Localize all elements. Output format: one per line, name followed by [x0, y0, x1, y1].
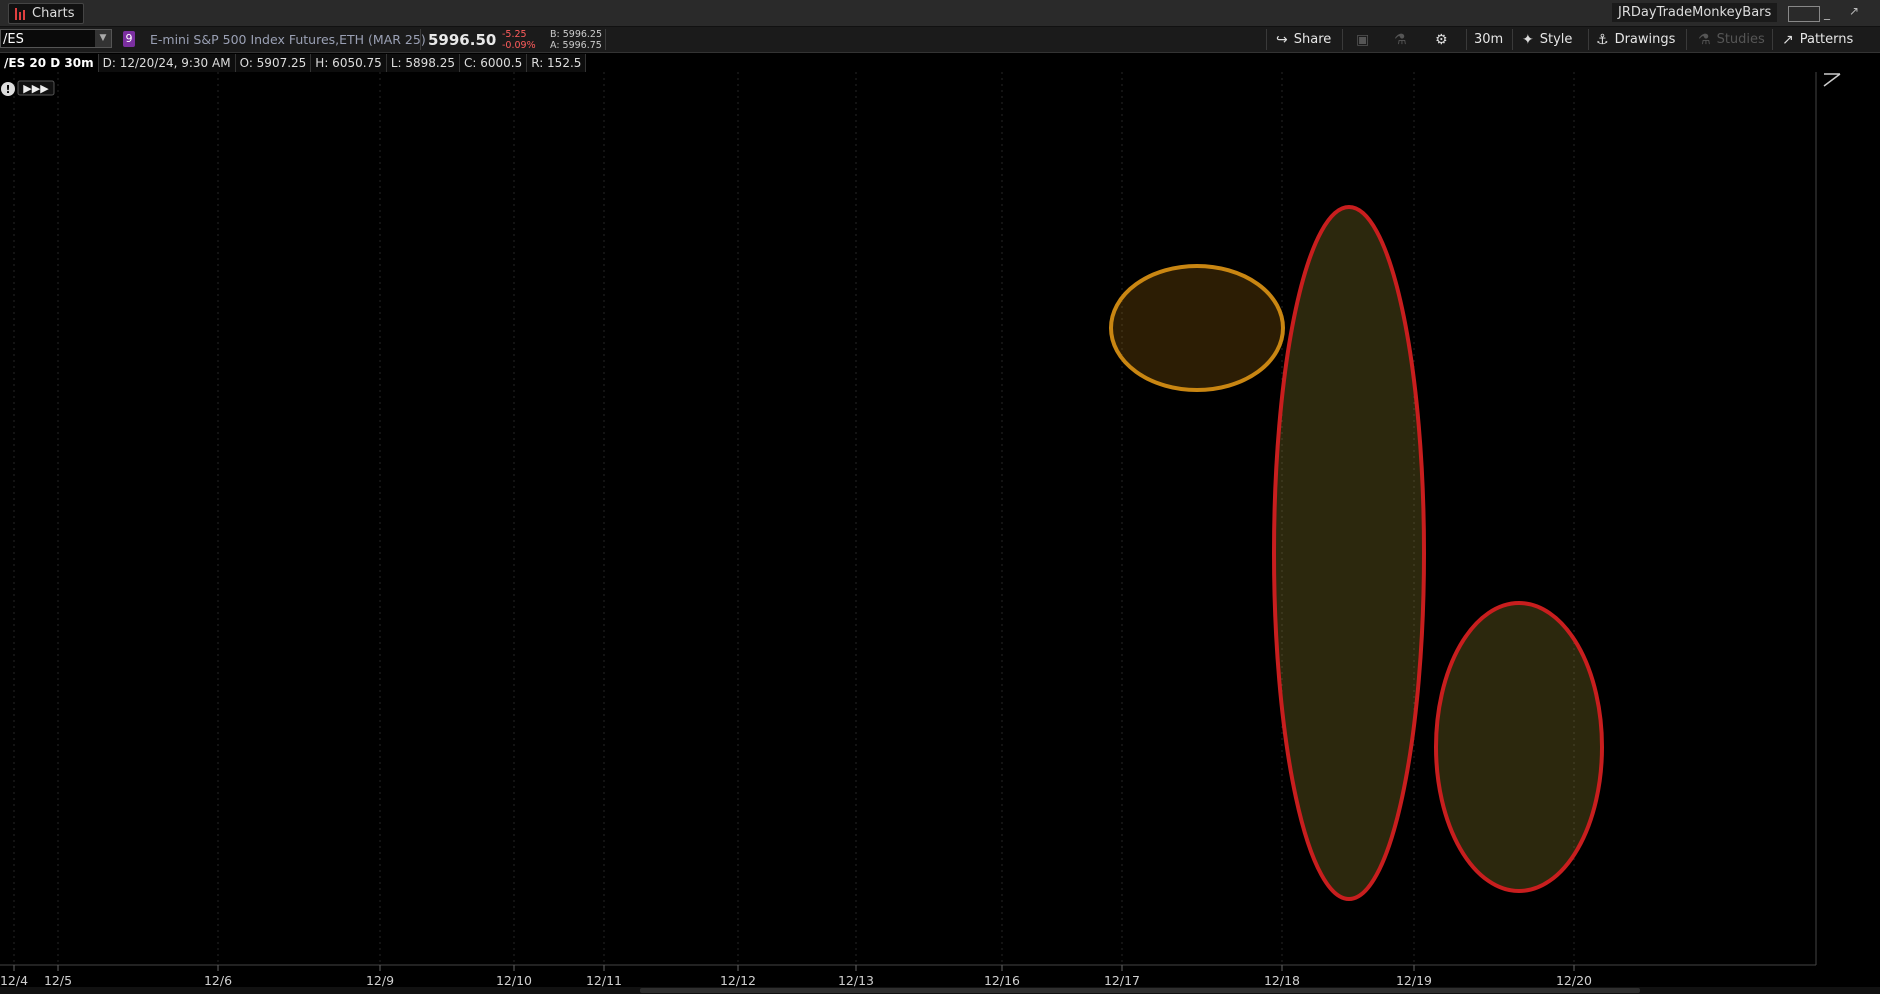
gear-icon[interactable]: ⚙	[1435, 30, 1448, 50]
divider	[420, 29, 421, 50]
studies-icon: ⚗	[1698, 32, 1711, 48]
study-title[interactable]: /ES 20 D 30m	[0, 54, 99, 72]
timeframe-button[interactable]: 30m	[1474, 30, 1503, 50]
time-tick-label: 12/20	[1556, 973, 1592, 988]
bar-low: L: 5898.25	[386, 54, 460, 72]
time-tick-label: 12/5	[44, 973, 72, 988]
style-button[interactable]: ✦ Style	[1522, 30, 1572, 50]
timeframe-label: 30m	[1474, 32, 1504, 47]
drawings-button[interactable]: ⚓ Drawings	[1596, 30, 1675, 50]
pin-icon[interactable]: ↗	[1849, 4, 1859, 18]
share-button[interactable]: ↪ Share	[1276, 30, 1331, 50]
time-tick-label: 12/4	[0, 973, 28, 988]
flask-icon[interactable]: ⚗	[1394, 30, 1407, 50]
red-ellipse-annotation	[1434, 601, 1604, 893]
chart-toolbar: /ES ▼ 9 E-mini S&P 500 Index Futures,ETH …	[0, 27, 1880, 53]
divider	[1588, 29, 1589, 50]
title-bar: Charts JRDayTradeMonkeyBars _ ↗	[0, 0, 1880, 27]
patterns-button[interactable]: ↗ Patterns	[1782, 30, 1853, 50]
bid-price: B: 5996.25	[550, 29, 603, 40]
studies-button[interactable]: ⚗ Studies	[1698, 30, 1765, 50]
bar-close: C: 6000.5	[459, 54, 528, 72]
symbol-text: /ES	[3, 32, 24, 47]
time-tick-label: 12/18	[1264, 973, 1300, 988]
app-title: Charts	[32, 6, 75, 21]
bar-high: H: 6050.75	[311, 54, 387, 72]
price-axis-bg	[1816, 72, 1880, 965]
drawings-label: Drawings	[1614, 32, 1676, 47]
symbol-link-badge[interactable]: 9	[123, 31, 135, 47]
patterns-label: Patterns	[1799, 32, 1854, 47]
time-tick-label: 12/11	[586, 973, 622, 988]
share-icon: ↪	[1276, 32, 1288, 48]
chevron-down-icon[interactable]: ▼	[95, 30, 111, 47]
user-name: JRDayTradeMonkeyBars	[1612, 3, 1778, 22]
expand-arrows-glyph: ▶▶▶	[23, 82, 49, 95]
divider	[1266, 29, 1267, 50]
bar-range: R: 152.5	[527, 54, 587, 72]
time-tick-label: 12/12	[720, 973, 756, 988]
market-profile-chart[interactable]: ········································…	[0, 72, 1880, 994]
divider	[605, 29, 606, 50]
ask-price: A: 5996.75	[550, 40, 602, 51]
last-price: 5996.50	[428, 31, 497, 49]
net-change: -5.25	[502, 29, 527, 40]
time-tick-label: 12/9	[366, 973, 394, 988]
divider	[1686, 29, 1687, 50]
symbol-input[interactable]: /ES ▼	[0, 29, 112, 48]
divider	[1772, 29, 1773, 50]
study-info-bar: /ES 20 D 30m D: 12/20/24, 9:30 AM O: 590…	[0, 54, 587, 72]
drawings-icon: ⚓	[1596, 32, 1609, 48]
share-label: Share	[1293, 32, 1332, 47]
studies-label: Studies	[1716, 32, 1765, 47]
percent-change: -0.09%	[502, 40, 536, 51]
minimize-icon[interactable]: _	[1824, 6, 1830, 20]
bar-open: O: 5907.25	[235, 54, 312, 72]
style-icon: ✦	[1522, 32, 1534, 48]
screenshot-icon[interactable]: ▣	[1356, 30, 1369, 50]
divider	[1466, 29, 1467, 50]
time-tick-label: 12/10	[496, 973, 532, 988]
annotation-layer	[1109, 205, 1604, 901]
chart-controls: ! ▶▶▶	[0, 73, 1880, 994]
instrument-description: E-mini S&P 500 Index Futures,ETH (MAR 25…	[150, 32, 426, 47]
alert-icon-glyph: !	[5, 83, 10, 96]
app-tab[interactable]: Charts	[8, 3, 84, 24]
time-axis[interactable]: 12/4 12/5 12/6 12/9 12/10 12/11 12/12 12/13 12/1…	[0, 964, 1816, 988]
red-ellipse-annotation	[1272, 205, 1426, 901]
style-label: Style	[1539, 32, 1573, 47]
orange-ellipse-annotation	[1109, 264, 1285, 392]
time-tick-label: 12/13	[838, 973, 874, 988]
maximize-icon[interactable]	[1788, 6, 1820, 22]
price-axis[interactable]: 5900592059405960598060006020604060606080…	[1815, 72, 1880, 965]
time-tick-label: 12/16	[984, 973, 1020, 988]
time-tick-label: 12/17	[1104, 973, 1140, 988]
bar-date: D: 12/20/24, 9:30 AM	[98, 54, 236, 72]
divider	[1512, 29, 1513, 50]
time-tick-label: 12/19	[1396, 973, 1432, 988]
patterns-icon: ↗	[1782, 32, 1794, 48]
scrollbar-thumb	[640, 988, 1640, 993]
chart-bars-icon	[15, 7, 27, 20]
divider	[1342, 29, 1343, 50]
time-tick-label: 12/6	[204, 973, 232, 988]
